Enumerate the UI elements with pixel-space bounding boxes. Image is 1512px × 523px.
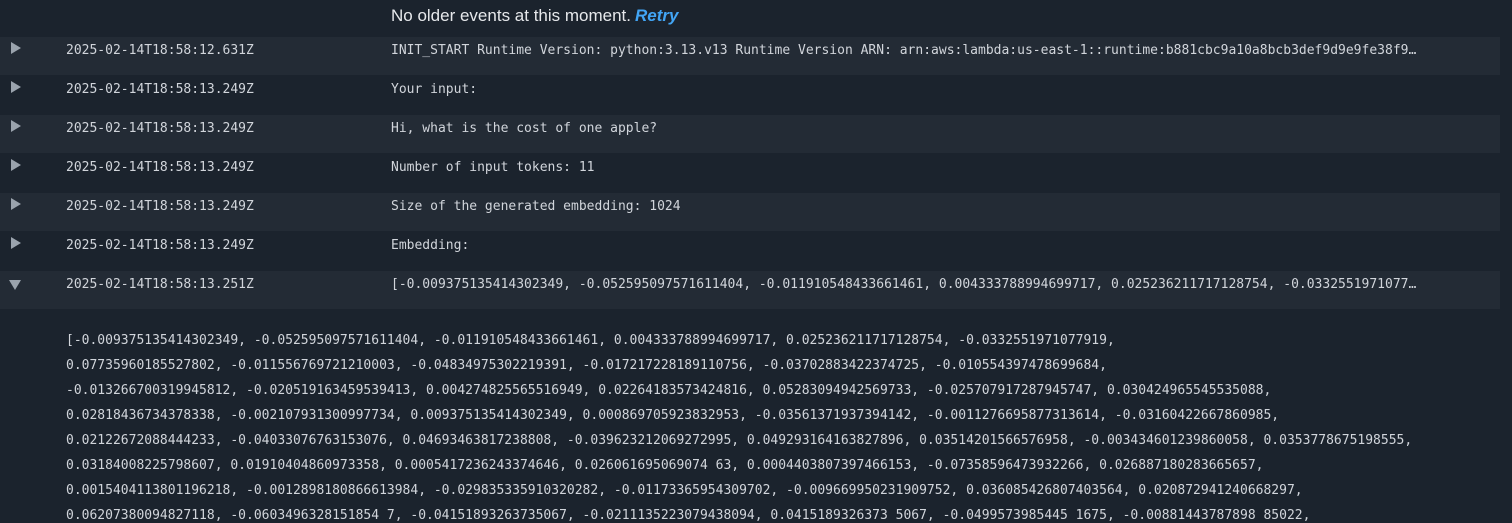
log-event-row[interactable]: 2025-02-14T18:58:13.249Z Size of the gene… [0, 193, 1500, 231]
expanded-message-line: [-0.009375135414302349, -0.0525950975716… [66, 333, 1115, 348]
expanded-message-line: 0.07735960185527802, -0.0115567697212100… [66, 358, 1107, 373]
expanded-message-line: 0.0015404113801196218, -0.00128981808666… [66, 483, 1303, 498]
event-message: Size of the generated embedding: 1024 [391, 199, 681, 214]
event-message: Hi, what is the cost of one apple? [391, 121, 658, 136]
expand-triangle-icon[interactable] [11, 198, 21, 210]
expanded-message-line: -0.013266700319945812, -0.02051916345953… [66, 383, 1272, 398]
log-event-row[interactable]: 2025-02-14T18:58:12.631Z INIT_START Runti… [0, 37, 1500, 75]
expanded-event-details: [-0.009375135414302349, -0.0525950975716… [0, 313, 1500, 523]
event-message: [-0.009375135414302349, -0.0525950975716… [391, 277, 1417, 292]
event-timestamp: 2025-02-14T18:58:13.249Z [66, 82, 254, 97]
event-message: Embedding: [391, 238, 470, 253]
collapse-triangle-icon[interactable] [9, 280, 21, 290]
retry-link[interactable]: Retry [635, 6, 678, 25]
log-event-row[interactable]: 2025-02-14T18:58:13.249Z Number of input … [0, 154, 1500, 192]
expand-triangle-icon[interactable] [11, 237, 21, 249]
log-event-row[interactable]: 2025-02-14T18:58:13.249Z Your input: [0, 76, 1500, 114]
expand-triangle-icon[interactable] [11, 42, 21, 54]
notice-text: No older events at this moment. [391, 6, 632, 25]
expanded-message-line: 0.03184008225798607, 0.01910404860973358… [66, 458, 1264, 473]
event-timestamp: 2025-02-14T18:58:13.249Z [66, 238, 254, 253]
expand-triangle-icon[interactable] [11, 81, 21, 93]
event-timestamp: 2025-02-14T18:58:13.249Z [66, 199, 254, 214]
no-older-events-notice: No older events at this moment. Retry [391, 0, 678, 31]
log-event-row[interactable]: 2025-02-14T18:58:13.249Z Embedding: [0, 232, 1500, 270]
scrollbar[interactable] [1500, 37, 1512, 515]
expanded-message-line: 0.02122672088444233, -0.0403307676315307… [66, 433, 1413, 448]
expand-triangle-icon[interactable] [11, 159, 21, 171]
log-event-row[interactable]: 2025-02-14T18:58:13.249Z Hi, what is the … [0, 115, 1500, 153]
event-message: Number of input tokens: 11 [391, 160, 595, 175]
log-event-row[interactable]: 2025-02-14T18:58:13.251Z [-0.009375135414… [0, 271, 1500, 309]
expanded-message-line: 0.02818436734378338, -0.0021079313009977… [66, 408, 1280, 423]
event-timestamp: 2025-02-14T18:58:13.251Z [66, 277, 254, 292]
expand-triangle-icon[interactable] [11, 120, 21, 132]
event-timestamp: 2025-02-14T18:58:13.249Z [66, 160, 254, 175]
event-timestamp: 2025-02-14T18:58:12.631Z [66, 43, 254, 58]
event-timestamp: 2025-02-14T18:58:13.249Z [66, 121, 254, 136]
event-message: INIT_START Runtime Version: python:3.13.… [391, 43, 1417, 58]
expanded-message-line: 0.06207380094827118, -0.0603496328151854… [66, 508, 1311, 523]
event-message: Your input: [391, 82, 478, 97]
